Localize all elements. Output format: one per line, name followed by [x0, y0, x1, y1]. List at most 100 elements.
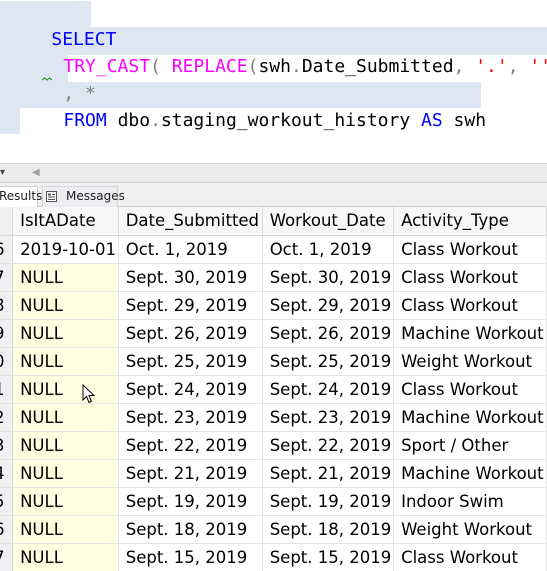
row-number-header [0, 207, 14, 236]
cell-date-submitted[interactable]: Sept. 15, 2019 [118, 543, 263, 571]
cell-date-submitted[interactable]: Sept. 18, 2019 [118, 515, 263, 544]
table-row[interactable]: 2 NULL Sept. 23, 2019 Sept. 23, 2019 Mac… [0, 403, 547, 432]
table-row[interactable]: 3 NULL Sept. 22, 2019 Sept. 22, 2019 Spo… [0, 431, 547, 460]
tab-messages[interactable]: Messages [42, 186, 125, 207]
cell-date-submitted[interactable]: Sept. 23, 2019 [118, 403, 263, 432]
column-header-activity-type[interactable]: Activity_Type [393, 207, 547, 236]
row-number[interactable]: 3 [0, 431, 14, 460]
row-number[interactable]: 5 [0, 487, 14, 516]
cell-activity-type[interactable]: Machine Workout [393, 459, 547, 488]
row-number[interactable]: 0 [0, 347, 14, 376]
cell-workout-date[interactable]: Sept. 24, 2019 [262, 375, 395, 404]
cell-date-submitted[interactable]: Sept. 19, 2019 [118, 487, 263, 516]
cell-isitadate[interactable]: NULL [12, 459, 119, 488]
cell-workout-date[interactable]: Oct. 1, 2019 [262, 235, 395, 264]
cell-date-submitted[interactable]: Sept. 26, 2019 [118, 319, 263, 348]
tab-results[interactable]: Results [0, 186, 42, 207]
cell-date-submitted[interactable]: Oct. 1, 2019 [118, 235, 263, 264]
table-row[interactable]: 7 NULL Sept. 30, 2019 Sept. 30, 2019 Cla… [0, 263, 547, 292]
row-number[interactable]: 6 [0, 515, 14, 544]
comma: , [453, 56, 465, 77]
cell-isitadate[interactable]: NULL [12, 431, 119, 460]
table-row[interactable]: 0 NULL Sept. 25, 2019 Sept. 25, 2019 Wei… [0, 347, 547, 376]
cell-date-submitted[interactable]: Sept. 24, 2019 [118, 375, 263, 404]
cell-workout-date[interactable]: Sept. 26, 2019 [262, 319, 395, 348]
zoom-dropdown-arrow-icon[interactable]: ▾ [0, 166, 14, 180]
cell-date-submitted[interactable]: Sept. 21, 2019 [118, 459, 263, 488]
member-dot: . [290, 56, 302, 77]
table-row[interactable]: 6 NULL Sept. 18, 2019 Sept. 18, 2019 Wei… [0, 515, 547, 544]
table-row[interactable]: 8 NULL Sept. 29, 2019 Sept. 29, 2019 Cla… [0, 291, 547, 320]
keyword-from: FROM [63, 110, 107, 131]
cell-date-submitted[interactable]: Sept. 25, 2019 [118, 347, 263, 376]
sql-line-from: FROM dbo.staging_workout_history AS swh [20, 82, 486, 160]
column-header-workout-date[interactable]: Workout_Date [262, 207, 395, 236]
editor-results-splitter[interactable]: ▾ ◀ [0, 163, 547, 183]
warning-squiggle-icon [42, 77, 52, 81]
column-name: Date_Submitted [301, 56, 454, 77]
cell-workout-date[interactable]: Sept. 21, 2019 [262, 459, 395, 488]
cell-isitadate[interactable]: NULL [12, 263, 119, 292]
cell-workout-date[interactable]: Sept. 22, 2019 [262, 431, 395, 460]
table-row[interactable]: 4 NULL Sept. 21, 2019 Sept. 21, 2019 Mac… [0, 459, 547, 488]
table-row[interactable]: 7 NULL Sept. 15, 2019 Sept. 15, 2019 Cla… [0, 543, 547, 571]
cell-isitadate[interactable]: NULL [12, 403, 119, 432]
cell-workout-date[interactable]: Sept. 25, 2019 [262, 347, 395, 376]
cell-activity-type[interactable]: Weight Workout [393, 347, 547, 376]
cell-date-submitted[interactable]: Sept. 30, 2019 [118, 263, 263, 292]
paren-open: ( [150, 56, 161, 77]
row-number[interactable]: 4 [0, 459, 14, 488]
column-header-isitadate[interactable]: IsItADate [12, 207, 119, 236]
cell-activity-type[interactable]: Class Workout [393, 235, 547, 264]
cell-activity-type[interactable]: Class Workout [393, 543, 547, 571]
row-number[interactable]: 7 [0, 263, 14, 292]
table-alias: swh [258, 56, 291, 77]
cell-workout-date[interactable]: Sept. 18, 2019 [262, 515, 395, 544]
table-row[interactable]: 9 NULL Sept. 26, 2019 Sept. 26, 2019 Mac… [0, 319, 547, 348]
scroll-left-arrow-icon[interactable]: ◀ [32, 166, 46, 180]
cell-activity-type[interactable]: Machine Workout [393, 319, 547, 348]
row-number[interactable]: 2 [0, 403, 14, 432]
cell-isitadate[interactable]: NULL [12, 515, 119, 544]
cell-workout-date[interactable]: Sept. 30, 2019 [262, 263, 395, 292]
cell-activity-type[interactable]: Sport / Other [393, 431, 547, 460]
cell-activity-type[interactable]: Class Workout [393, 375, 547, 404]
cell-activity-type[interactable]: Weight Workout [393, 515, 547, 544]
cell-isitadate[interactable]: NULL [12, 291, 119, 320]
results-grid[interactable]: IsItADate Date_Submitted Workout_Date Ac… [0, 207, 547, 571]
table-name: staging_workout_history [160, 110, 411, 131]
cell-isitadate[interactable]: NULL [12, 487, 119, 516]
cell-workout-date[interactable]: Sept. 19, 2019 [262, 487, 395, 516]
cell-isitadate[interactable]: NULL [12, 375, 119, 404]
table-row[interactable]: 1 NULL Sept. 24, 2019 Sept. 24, 2019 Cla… [0, 375, 547, 404]
messages-icon [46, 191, 57, 202]
table-alias: swh [453, 110, 487, 131]
table-row[interactable]: 5 NULL Sept. 19, 2019 Sept. 19, 2019 Ind… [0, 487, 547, 516]
cell-date-submitted[interactable]: Sept. 29, 2019 [118, 291, 263, 320]
cell-activity-type[interactable]: Machine Workout [393, 403, 547, 432]
query-editor[interactable]: SELECT TRY_CAST( REPLACE(swh.Date_Submit… [0, 0, 547, 163]
header-row: IsItADate Date_Submitted Workout_Date Ac… [0, 207, 547, 236]
column-header-date-submitted[interactable]: Date_Submitted [118, 207, 263, 236]
cell-activity-type[interactable]: Class Workout [393, 263, 547, 292]
cell-workout-date[interactable]: Sept. 29, 2019 [262, 291, 395, 320]
cell-isitadate[interactable]: NULL [12, 543, 119, 571]
row-number[interactable]: 9 [0, 319, 14, 348]
tab-messages-label: Messages [66, 189, 125, 203]
cell-activity-type[interactable]: Indoor Swim [393, 487, 547, 516]
cell-isitadate[interactable]: NULL [12, 347, 119, 376]
cell-isitadate[interactable]: 2019-10-01 [12, 235, 119, 264]
schema-name: dbo [117, 110, 151, 131]
results-table: IsItADate Date_Submitted Workout_Date Ac… [0, 207, 547, 571]
row-number[interactable]: 7 [0, 543, 14, 571]
cell-isitadate[interactable]: NULL [12, 319, 119, 348]
cell-date-submitted[interactable]: Sept. 22, 2019 [118, 431, 263, 460]
row-number[interactable]: 8 [0, 291, 14, 320]
cell-workout-date[interactable]: Sept. 15, 2019 [262, 543, 395, 571]
cell-workout-date[interactable]: Sept. 23, 2019 [262, 403, 395, 432]
row-number[interactable]: 6 [0, 235, 14, 264]
row-number[interactable]: 1 [0, 375, 14, 404]
tab-results-label: Results [0, 189, 43, 203]
cell-activity-type[interactable]: Class Workout [393, 291, 547, 320]
table-row[interactable]: 6 2019-10-01 Oct. 1, 2019 Oct. 1, 2019 C… [0, 235, 547, 264]
